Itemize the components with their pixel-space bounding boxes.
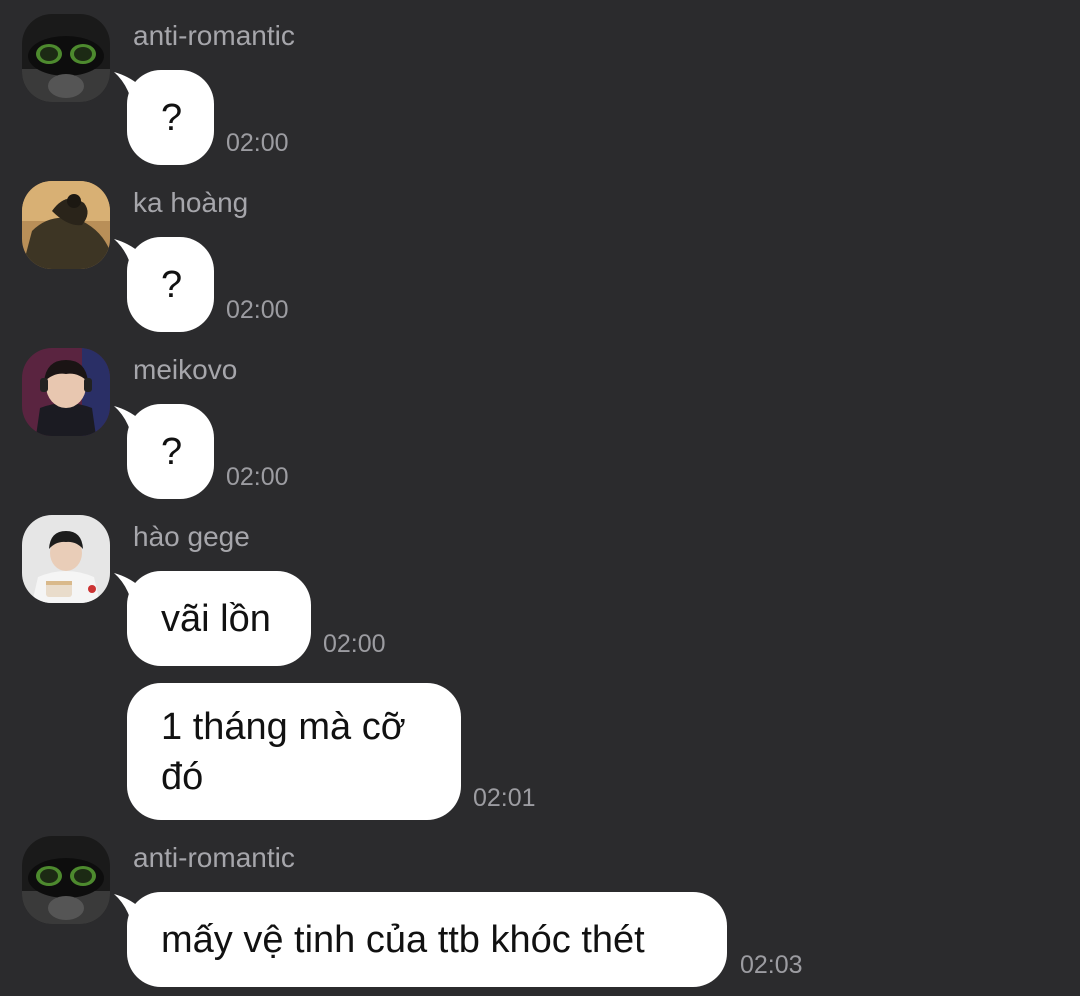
chat-view: anti-romantic ? 02:00 ka hoàng ? 02:00 m… [0, 0, 1080, 996]
message-timestamp: 02:01 [473, 784, 536, 812]
sender-name: ka hoàng [133, 187, 249, 218]
message-text: ? [161, 97, 183, 139]
message-bubble[interactable]: ? [127, 237, 214, 332]
avatar-hao-gege[interactable] [22, 515, 110, 603]
message-timestamp: 02:00 [323, 630, 386, 658]
message-text: mấy vệ tinh của ttb khóc thét [161, 919, 645, 961]
message-bubble[interactable]: ? [127, 70, 214, 165]
message-timestamp: 02:03 [740, 951, 803, 979]
sender-name: hào gege [133, 521, 250, 552]
message-text-line2: đó [161, 756, 204, 798]
avatar-meikovo[interactable] [22, 348, 110, 436]
avatar-ka-hoang[interactable] [22, 181, 110, 269]
sender-name: anti-romantic [133, 20, 295, 51]
message-bubble[interactable]: vãi lồn [127, 571, 311, 666]
message-bubble[interactable]: ? [127, 404, 214, 499]
message-timestamp: 02:00 [226, 129, 289, 157]
message-timestamp: 02:00 [226, 296, 289, 324]
message-bubble[interactable]: mấy vệ tinh của ttb khóc thét [127, 892, 727, 987]
sender-name: meikovo [133, 354, 238, 385]
message-text: ? [161, 431, 183, 473]
message-text: vãi lồn [161, 598, 271, 640]
message-text-line1: 1 tháng mà cỡ [161, 706, 406, 748]
message-timestamp: 02:00 [226, 463, 289, 491]
avatar-anti-romantic[interactable] [22, 836, 110, 924]
sender-name: anti-romantic [133, 842, 295, 873]
message-bubble[interactable]: 1 tháng mà cỡ đó [127, 683, 461, 820]
message-text: ? [161, 264, 183, 306]
avatar-anti-romantic[interactable] [22, 14, 110, 102]
